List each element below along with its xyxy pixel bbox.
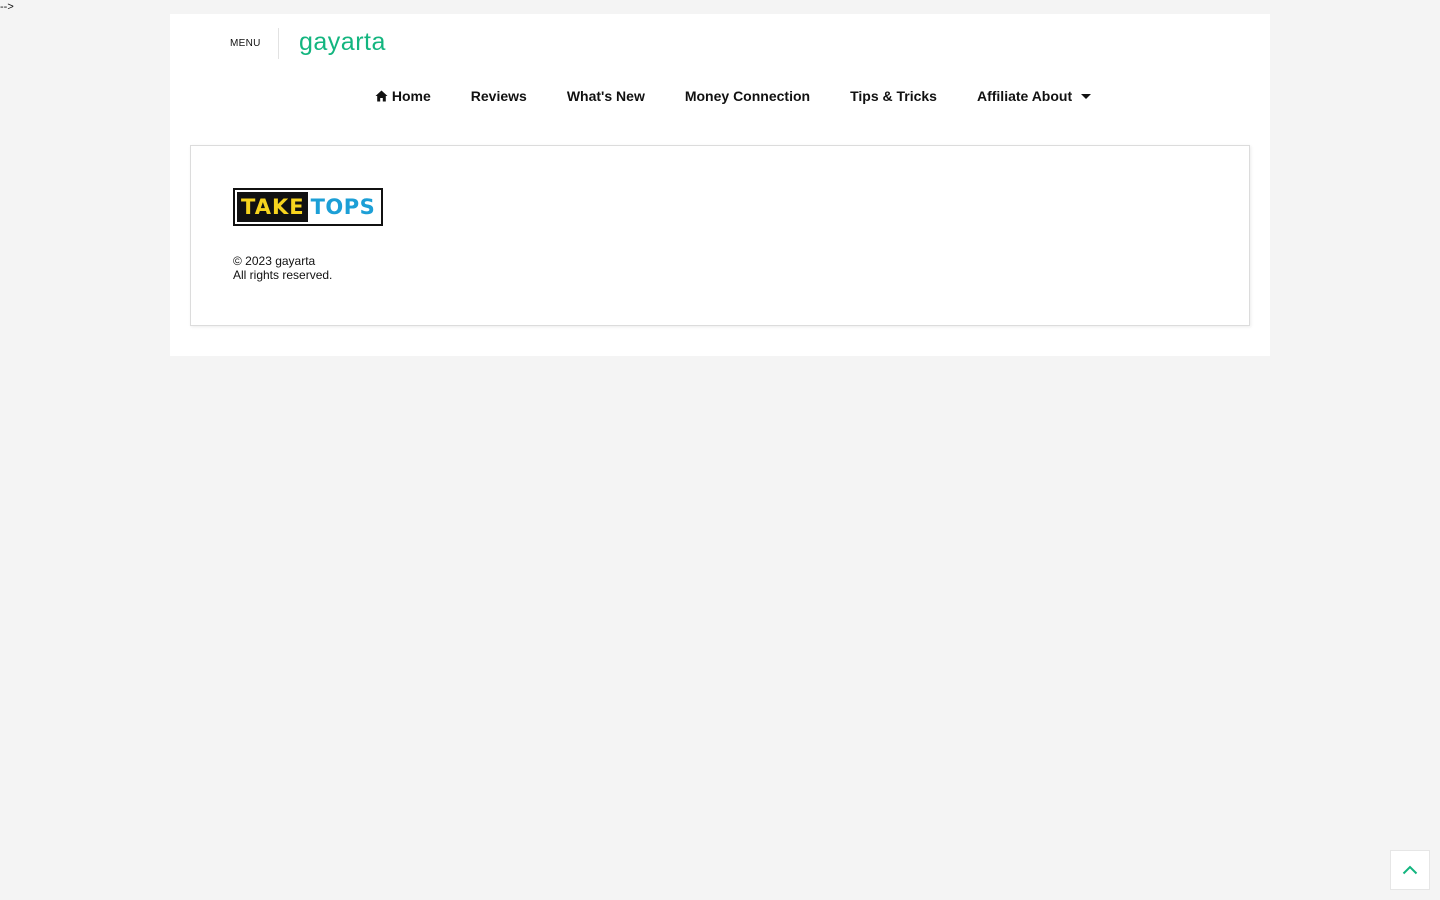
header-divider: [278, 28, 279, 59]
chevron-up-icon: [1402, 865, 1418, 875]
nav-item-label: Tips & Tricks: [850, 88, 937, 104]
nav-item-tips-tricks[interactable]: Tips & Tricks: [850, 86, 937, 106]
logo-text-take: TAKE: [237, 192, 308, 222]
nav-item-home[interactable]: Home: [375, 86, 431, 106]
stray-comment-text: -->: [0, 1, 14, 13]
nav-item-reviews[interactable]: Reviews: [471, 86, 527, 106]
footer-widget: TAKE TOPS © 2023 gayarta All rights rese…: [190, 145, 1250, 326]
nav-item-label: What's New: [566, 88, 645, 104]
site-title-link[interactable]: gayarta: [299, 28, 386, 57]
home-icon: [375, 90, 388, 102]
header-bar: MENU gayarta: [170, 14, 1270, 74]
nav-item-label: Money Connection: [684, 88, 811, 104]
page-container: MENU gayarta Home Reviews What's New Mon…: [170, 14, 1270, 356]
copyright-text: © 2023 gayarta All rights reserved.: [233, 254, 332, 282]
nav-item-money-connection[interactable]: Money Connection: [685, 86, 810, 106]
nav-item-affiliate-about[interactable]: Affiliate About: [976, 86, 1092, 106]
site-logo[interactable]: TAKE TOPS: [233, 188, 383, 226]
nav-item-label: Reviews: [470, 88, 527, 104]
menu-button[interactable]: MENU: [230, 38, 261, 49]
caret-down-icon: [1081, 94, 1092, 99]
logo-text-tops: TOPS: [310, 195, 376, 219]
rights-line: All rights reserved.: [233, 268, 333, 282]
nav-item-label: Home: [391, 88, 431, 104]
copyright-line: © 2023 gayarta: [233, 254, 316, 268]
nav-item-whats-new[interactable]: What's New: [567, 86, 645, 106]
nav-item-label: Affiliate About: [976, 88, 1073, 104]
main-navigation: Home Reviews What's New Money Connection…: [170, 86, 1270, 106]
back-to-top-button[interactable]: [1390, 850, 1430, 890]
